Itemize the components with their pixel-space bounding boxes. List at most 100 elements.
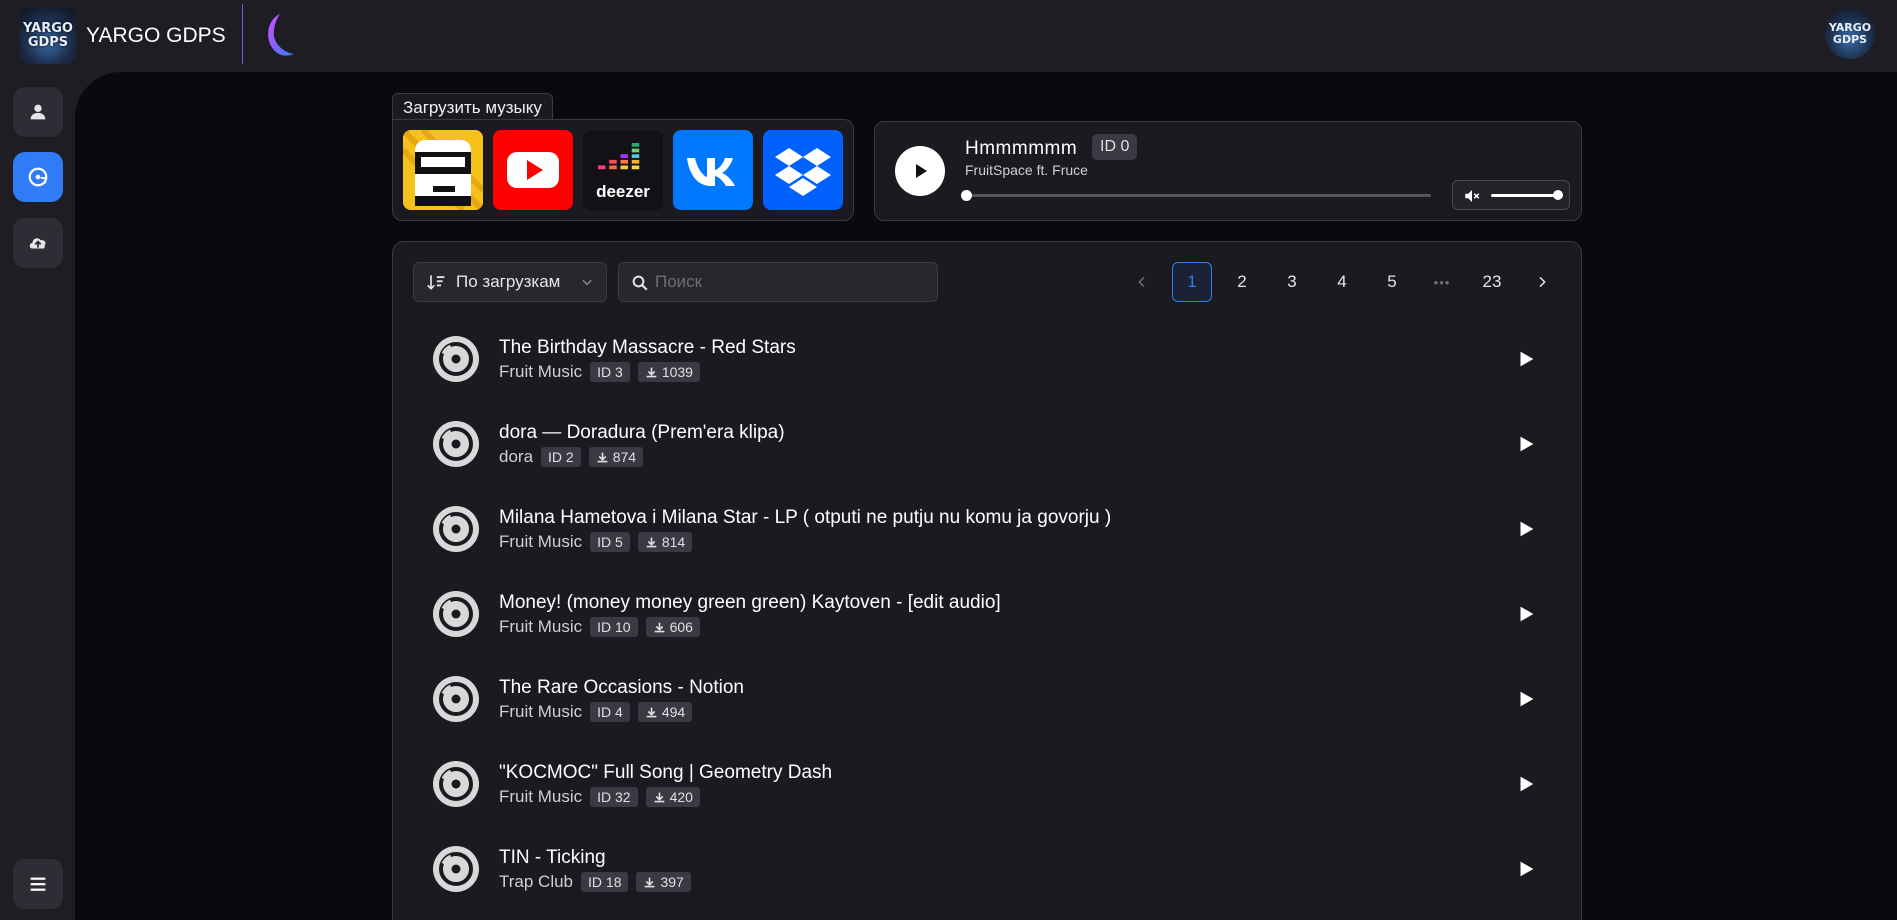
audio-player: Hmmmmmm ID 0 FruitSpace ft. Fruce <box>874 121 1582 221</box>
search-input[interactable] <box>655 263 925 301</box>
download-icon <box>646 707 657 717</box>
song-id-badge: ID 32 <box>590 787 638 807</box>
deezer-icon <box>598 143 640 170</box>
track-id-badge: ID 0 <box>1092 134 1138 160</box>
download-count-badge: 814 <box>637 532 693 552</box>
newgrounds-icon <box>403 130 483 210</box>
song-title: TIN - Ticking <box>499 847 606 868</box>
volume-handle[interactable] <box>1553 190 1563 200</box>
download-count-badge: 420 <box>645 787 700 807</box>
music-disc-icon <box>28 167 48 187</box>
disc-icon <box>433 761 479 807</box>
song-meta: Fruit Music ID 10 606 <box>499 617 700 637</box>
header-divider <box>242 4 243 64</box>
song-title: dora — Doradura (Prem'era klipa) <box>499 422 785 443</box>
pagination-ellipsis[interactable]: ••• <box>1422 262 1462 302</box>
song-artist: Fruit Music <box>499 362 583 381</box>
disc-icon <box>433 506 479 552</box>
song-title: "KOCMOC" Full Song | Geometry Dash <box>499 762 833 783</box>
pagination-page-3[interactable]: 3 <box>1272 262 1312 302</box>
play-icon[interactable] <box>1515 433 1537 455</box>
sort-descending-icon <box>427 275 445 290</box>
song-artist: Trap Club <box>499 872 574 891</box>
pagination-next[interactable] <box>1522 262 1562 302</box>
user-icon <box>30 104 46 120</box>
song-title: The Birthday Massacre - Red Stars <box>499 337 796 358</box>
song-artist: Fruit Music <box>499 787 583 806</box>
deezer-label: deezer <box>596 182 650 201</box>
vk-icon <box>687 158 735 186</box>
download-icon <box>646 367 657 377</box>
youtube-icon <box>507 152 559 188</box>
brand-name[interactable]: YARGO GDPS <box>86 24 226 48</box>
top-header: YARGO GDPS YARGO GDPS YARGO GDPS <box>0 0 1897 72</box>
play-icon[interactable] <box>1515 603 1537 625</box>
disc-icon <box>433 336 479 382</box>
song-meta: dora ID 2 874 <box>499 447 644 467</box>
song-artist: Fruit Music <box>499 532 583 551</box>
player-play-button[interactable] <box>895 146 945 196</box>
song-row[interactable]: The Birthday Massacre - Red Stars Fruit … <box>433 336 1553 406</box>
play-icon <box>916 164 927 178</box>
play-icon[interactable] <box>1515 773 1537 795</box>
song-id-badge: ID 3 <box>590 362 630 382</box>
vk-button[interactable] <box>673 130 753 210</box>
download-count: 420 <box>669 789 693 805</box>
song-meta: Trap Club ID 18 397 <box>499 872 691 892</box>
sidebar-item-upload[interactable] <box>13 218 63 268</box>
volume-mute-icon[interactable] <box>1463 187 1481 205</box>
play-icon[interactable] <box>1515 858 1537 880</box>
sidebar-menu-button[interactable] <box>13 859 63 909</box>
song-row[interactable]: dora — Doradura (Prem'era klipa) dora ID… <box>433 421 1553 491</box>
pagination-page-1[interactable]: 1 <box>1172 262 1212 302</box>
song-meta: Fruit Music ID 5 814 <box>499 532 693 552</box>
dropbox-button[interactable] <box>763 130 843 210</box>
song-title: Milana Hametova i Milana Star - LP ( otp… <box>499 507 1112 528</box>
song-list-panel: По загрузкам 1 2 3 4 5 ••• 23 The Birthd… <box>392 241 1582 920</box>
logo[interactable]: YARGO GDPS <box>20 8 76 64</box>
sidebar-item-profile[interactable] <box>13 87 63 137</box>
chevron-down-icon <box>582 279 592 286</box>
moon-icon[interactable] <box>262 12 296 58</box>
play-icon[interactable] <box>1515 688 1537 710</box>
download-count-badge: 397 <box>636 872 691 892</box>
progress-handle[interactable] <box>961 190 972 201</box>
song-meta: Fruit Music ID 3 1039 <box>499 362 700 382</box>
pagination-prev[interactable] <box>1122 262 1162 302</box>
pagination-page-5[interactable]: 5 <box>1372 262 1412 302</box>
song-id-badge: ID 18 <box>581 872 629 892</box>
pagination-page-4[interactable]: 4 <box>1322 262 1362 302</box>
user-avatar[interactable]: YARGO GDPS <box>1825 9 1875 59</box>
download-count-badge: 874 <box>588 447 644 467</box>
chevron-left-icon <box>1138 276 1145 288</box>
download-icon <box>646 537 657 547</box>
play-icon[interactable] <box>1515 518 1537 540</box>
progress-bar[interactable] <box>965 194 1431 197</box>
play-icon[interactable] <box>1515 348 1537 370</box>
youtube-button[interactable] <box>493 130 573 210</box>
sidebar-item-music[interactable] <box>13 152 63 202</box>
song-row[interactable]: "KOCMOC" Full Song | Geometry Dash Fruit… <box>433 761 1553 831</box>
pagination-page-2[interactable]: 2 <box>1222 262 1262 302</box>
upload-label: Загрузить музыку <box>392 93 553 121</box>
newgrounds-button[interactable] <box>403 130 483 210</box>
disc-icon <box>433 591 479 637</box>
song-row[interactable]: Milana Hametova i Milana Star - LP ( otp… <box>433 506 1553 576</box>
sort-select[interactable]: По загрузкам <box>413 262 607 302</box>
song-id-badge: ID 10 <box>590 617 638 637</box>
pagination-page-23[interactable]: 23 <box>1472 262 1512 302</box>
download-count-badge: 494 <box>637 702 693 722</box>
deezer-button[interactable]: deezer <box>583 130 663 210</box>
song-artist: Fruit Music <box>499 702 583 721</box>
volume-control <box>1452 180 1570 210</box>
song-artist: dora <box>499 447 534 466</box>
song-row[interactable]: TIN - Ticking Trap Club ID 18 397 <box>433 846 1553 916</box>
volume-slider[interactable] <box>1491 194 1559 197</box>
download-count: 1039 <box>661 364 693 380</box>
song-row[interactable]: Money! (money money green green) Kaytove… <box>433 591 1553 661</box>
search-box <box>618 262 938 302</box>
disc-icon <box>433 846 479 892</box>
song-id-badge: ID 4 <box>590 702 630 722</box>
dropbox-icon <box>775 148 831 196</box>
song-row[interactable]: The Rare Occasions - Notion Fruit Music … <box>433 676 1553 746</box>
